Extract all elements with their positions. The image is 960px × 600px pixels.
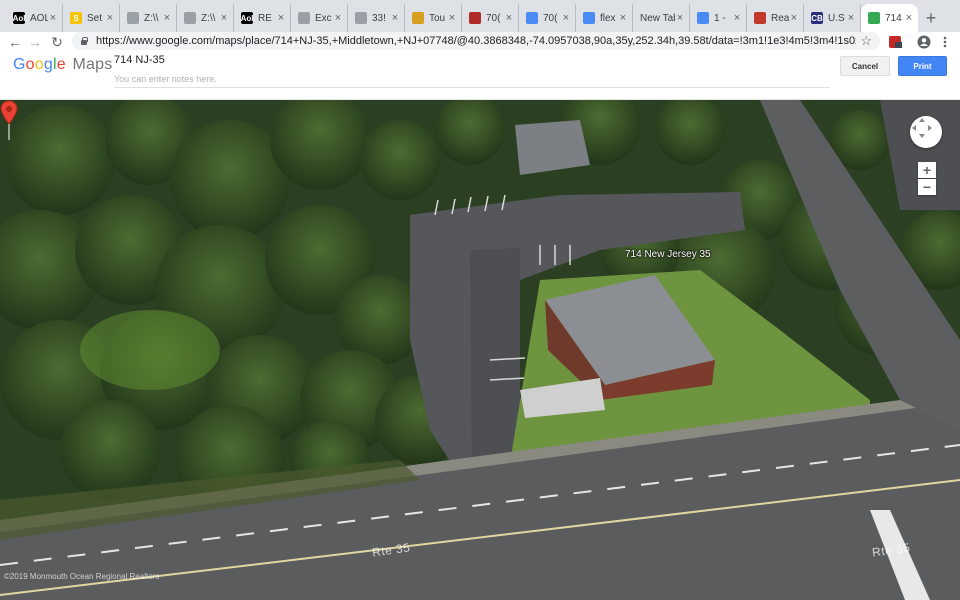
browser-tab[interactable]: 70(× (462, 4, 519, 32)
tab-close-icon[interactable]: × (162, 12, 172, 24)
tab-favicon-icon (184, 12, 196, 24)
new-tab-button[interactable]: + (918, 4, 944, 32)
location-pin-icon[interactable] (0, 100, 18, 140)
account-icon[interactable] (916, 34, 932, 50)
back-icon[interactable]: ← (4, 32, 26, 52)
browser-tab[interactable]: Exc × (291, 4, 348, 32)
browser-tab[interactable]: CB U.S × (804, 4, 861, 32)
browser-tab[interactable]: flex × (576, 4, 633, 32)
tab-favicon-icon: S (70, 12, 82, 24)
tab-favicon-icon: Aol (12, 12, 26, 24)
zoom-in-button[interactable]: + (918, 162, 936, 178)
tab-close-icon[interactable]: × (219, 12, 229, 24)
tab-favicon-icon: Aol (240, 12, 254, 24)
browser-tab[interactable]: Tou × (405, 4, 462, 32)
tab-close-icon[interactable]: × (48, 12, 58, 24)
cancel-button[interactable]: Cancel (840, 56, 890, 76)
compass-control[interactable] (910, 116, 942, 148)
browser-tab[interactable]: 33! × (348, 4, 405, 32)
tab-title: AOL (30, 12, 48, 24)
tab-title: 1 - (714, 12, 726, 24)
tab-title: Set (87, 12, 103, 24)
tab-title: U.S (828, 12, 845, 24)
tab-favicon-icon (583, 12, 595, 24)
browser-tab[interactable]: New Tab × (633, 4, 690, 32)
tab-title: Exc (315, 12, 332, 24)
tab-close-icon[interactable]: × (504, 12, 514, 24)
tab-title: 714 (885, 12, 902, 24)
tab-close-icon[interactable]: × (789, 12, 799, 24)
zoom-out-button[interactable]: − (918, 179, 936, 195)
forward-icon[interactable]: → (24, 32, 46, 52)
browser-tab[interactable]: 70(× (519, 4, 576, 32)
tab-title: flex (600, 12, 616, 24)
tab-title: 33! (372, 12, 386, 24)
menu-icon[interactable] (937, 34, 953, 50)
tab-title: Z:\\ (144, 12, 159, 24)
tab-close-icon[interactable]: × (390, 12, 400, 24)
tab-close-icon[interactable]: × (675, 12, 685, 24)
url-text[interactable]: https://www.google.com/maps/place/714+NJ… (96, 35, 856, 47)
tab-close-icon[interactable]: × (618, 12, 628, 24)
tab-title: 70( (486, 12, 501, 24)
maps-logo-text: Maps (72, 56, 113, 73)
tab-close-icon[interactable]: × (105, 12, 115, 24)
tab-favicon-icon: CB (811, 12, 823, 24)
tab-close-icon[interactable]: × (732, 12, 742, 24)
tab-close-icon[interactable]: × (904, 12, 914, 24)
tab-favicon-icon (868, 12, 880, 24)
navigation-bar: ← → ↻ https://www.google.com/maps/place/… (0, 32, 960, 52)
print-header: Google Maps 714 NJ-35 Cancel Print (0, 52, 960, 100)
tab-favicon-icon (298, 12, 310, 24)
tab-title: 70( (543, 12, 558, 24)
tab-close-icon[interactable]: × (276, 12, 286, 24)
reload-icon[interactable]: ↻ (46, 32, 68, 52)
tab-favicon-icon (127, 12, 139, 24)
marker-label: 714 New Jersey 35 (625, 249, 711, 260)
satellite-map[interactable]: 714 New Jersey 35 + − Rte 35 Rte 35 ©201… (0, 100, 960, 600)
google-logo-text: Google (13, 56, 66, 73)
satellite-imagery (0, 100, 960, 600)
browser-tab[interactable]: Z:\\ × (120, 4, 177, 32)
notes-input[interactable] (114, 70, 830, 88)
lock-icon (80, 37, 88, 45)
browser-tab[interactable]: S Set × (63, 4, 120, 32)
extension-icon[interactable] (887, 34, 903, 50)
browser-tab[interactable]: 1 - × (690, 4, 747, 32)
tab-close-icon[interactable]: × (561, 12, 571, 24)
place-name: 714 NJ-35 (114, 54, 165, 66)
tab-favicon-icon (469, 12, 481, 24)
map-copyright: ©2019 Monmouth Ocean Regional Realtors (4, 572, 160, 581)
tab-favicon-icon (355, 12, 367, 24)
tab-strip: Aol AOL × S Set × Z:\\ × Z:\\ × Aol RE × Exc × 33! × Tou ×… (0, 0, 960, 32)
tab-favicon-icon (526, 12, 538, 24)
print-button[interactable]: Print (898, 56, 947, 76)
tab-title: Z:\\ (201, 12, 216, 24)
browser-tab[interactable]: Aol AOL × (6, 4, 63, 32)
tab-favicon-icon (412, 12, 424, 24)
tab-close-icon[interactable]: × (333, 12, 343, 24)
tab-title: New Tab (640, 12, 675, 24)
tab-title: RE (258, 12, 272, 24)
browser-tab[interactable]: Z:\\ × (177, 4, 234, 32)
tab-close-icon[interactable]: × (846, 12, 856, 24)
browser-tab[interactable]: Aol RE × (234, 4, 291, 32)
tab-title: Rea (771, 12, 789, 24)
tab-favicon-icon (754, 12, 766, 24)
tab-close-icon[interactable]: × (447, 12, 457, 24)
address-bar[interactable]: https://www.google.com/maps/place/714+NJ… (72, 32, 880, 50)
tab-favicon-icon (697, 12, 709, 24)
bookmark-star-icon[interactable]: ☆ (860, 33, 872, 49)
tab-title: Tou (429, 12, 446, 24)
browser-tab[interactable]: 714 × (861, 4, 918, 32)
compass-arrows-icon (912, 118, 932, 138)
google-maps-logo: Google Maps (13, 56, 112, 74)
browser-tab[interactable]: Rea × (747, 4, 804, 32)
